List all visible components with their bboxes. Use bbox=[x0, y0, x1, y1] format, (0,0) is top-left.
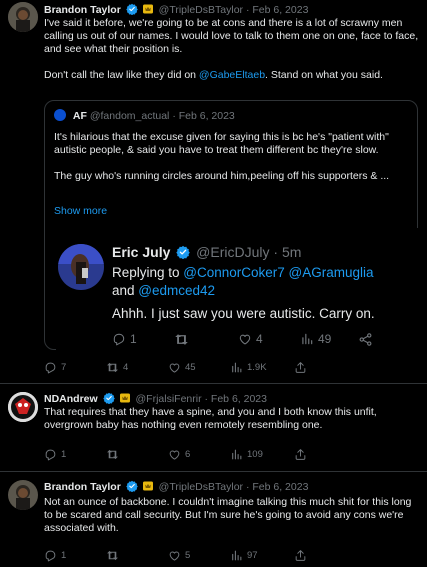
tweet-header: Brandon Taylor @TripleDsBTaylor · Feb 6,… bbox=[44, 3, 308, 17]
share-icon bbox=[294, 361, 307, 374]
embedded-header: Eric July @EricDJuly · 5m bbox=[112, 244, 301, 260]
embedded-share bbox=[358, 332, 373, 347]
views-button[interactable]: 109 bbox=[230, 448, 263, 461]
tweet-date[interactable]: · Feb 6, 2023 bbox=[246, 4, 308, 16]
display-name[interactable]: Brandon Taylor bbox=[44, 481, 121, 493]
retweet-icon bbox=[106, 549, 119, 562]
embedded-text: Ahhh. I just saw you were autistic. Carr… bbox=[112, 306, 375, 321]
quote-display-name[interactable]: AF bbox=[73, 110, 87, 122]
views-icon bbox=[230, 448, 243, 461]
tweet-text: That requires that they have a spine, an… bbox=[44, 406, 377, 431]
tweet-brandon-1[interactable]: Brandon Taylor @TripleDsBTaylor · Feb 6,… bbox=[0, 0, 427, 385]
tweet-actions: 1 5 97 bbox=[44, 549, 420, 563]
embedded-actions: 1 4 49 bbox=[112, 332, 412, 346]
share-button[interactable] bbox=[294, 361, 307, 374]
embedded-views: 49 bbox=[300, 332, 331, 346]
affiliation-badge-icon bbox=[119, 392, 131, 404]
like-icon bbox=[168, 361, 181, 374]
verified-badge-icon bbox=[126, 480, 138, 492]
tweet-actions: 7 4 45 1.9K bbox=[44, 361, 420, 375]
tweet-header: Brandon Taylor @TripleDsBTaylor · Feb 6,… bbox=[44, 480, 308, 494]
views-icon bbox=[300, 332, 314, 346]
mention-link[interactable]: @GabeEltaeb bbox=[199, 69, 265, 81]
views-icon bbox=[230, 549, 243, 562]
verified-badge-icon bbox=[103, 392, 115, 404]
reply-icon bbox=[44, 361, 57, 374]
quote-date: · Feb 6, 2023 bbox=[172, 110, 235, 122]
like-icon bbox=[168, 549, 181, 562]
user-handle[interactable]: @TripleDsBTaylor bbox=[159, 4, 243, 16]
reply-icon bbox=[112, 332, 126, 346]
affiliation-badge-icon bbox=[142, 3, 154, 15]
like-icon bbox=[238, 332, 252, 346]
like-button[interactable]: 45 bbox=[168, 361, 196, 374]
like-button[interactable]: 5 bbox=[168, 549, 190, 562]
views-icon bbox=[230, 361, 243, 374]
share-icon bbox=[294, 549, 307, 562]
avatar-brandon-taylor[interactable] bbox=[8, 480, 38, 510]
retweet-icon bbox=[106, 448, 119, 461]
embedded-display-name: Eric July bbox=[112, 244, 171, 260]
retweet-button[interactable]: 4 bbox=[106, 361, 128, 374]
verified-badge-icon bbox=[126, 3, 138, 15]
avatar-brandon-taylor[interactable] bbox=[8, 2, 38, 32]
user-handle[interactable]: @FrjalsiFenrir bbox=[136, 393, 202, 405]
user-handle[interactable]: @TripleDsBTaylor bbox=[159, 481, 243, 493]
retweet-button[interactable] bbox=[106, 549, 119, 562]
display-name[interactable]: NDAndrew bbox=[44, 393, 98, 405]
embedded-like: 4 bbox=[238, 332, 263, 346]
tweet-text: I've said it before, we're going to be a… bbox=[44, 17, 419, 81]
retweet-icon bbox=[106, 361, 119, 374]
connect-share-icon bbox=[358, 332, 373, 347]
embedded-time: · 5m bbox=[273, 244, 302, 260]
like-button[interactable]: 6 bbox=[168, 448, 190, 461]
avatar-ndandrew[interactable] bbox=[8, 392, 38, 422]
embedded-reply: 1 bbox=[112, 332, 137, 346]
reply-icon bbox=[44, 549, 57, 562]
tweet-brandon-2[interactable]: Brandon Taylor @TripleDsBTaylor · Feb 6,… bbox=[0, 472, 427, 567]
like-icon bbox=[168, 448, 181, 461]
quote-header: AF @fandom_actual · Feb 6, 2023 bbox=[54, 109, 235, 123]
verified-badge-icon bbox=[176, 245, 190, 259]
retweet-icon bbox=[174, 332, 189, 347]
tweet-ndandrew[interactable]: NDAndrew @FrjalsiFenrir · Feb 6, 2023 Th… bbox=[0, 384, 427, 472]
views-button[interactable]: 97 bbox=[230, 549, 258, 562]
reply-button[interactable]: 1 bbox=[44, 448, 66, 461]
reply-icon bbox=[44, 448, 57, 461]
display-name[interactable]: Brandon Taylor bbox=[44, 4, 121, 16]
quote-handle[interactable]: @fandom_actual bbox=[90, 110, 170, 122]
tweet-date[interactable]: · Feb 6, 2023 bbox=[246, 481, 308, 493]
views-button[interactable]: 1.9K bbox=[230, 361, 267, 374]
quote-text: It's hilarious that the excuse given for… bbox=[54, 131, 390, 182]
share-button[interactable] bbox=[294, 448, 307, 461]
tweet-date[interactable]: · Feb 6, 2023 bbox=[205, 393, 267, 405]
embedded-replying-to: Replying to @ConnorCoker7 @AGramuglia an… bbox=[112, 265, 374, 298]
retweet-button[interactable] bbox=[106, 448, 119, 461]
embedded-handle: @EricDJuly bbox=[196, 244, 270, 260]
share-icon bbox=[294, 448, 307, 461]
tweet-header: NDAndrew @FrjalsiFenrir · Feb 6, 2023 bbox=[44, 392, 267, 406]
embedded-screenshot: Eric July @EricDJuly · 5m Replying to @C… bbox=[56, 228, 418, 350]
quote-avatar bbox=[54, 109, 66, 121]
share-button[interactable] bbox=[294, 549, 307, 562]
show-more-link[interactable]: Show more bbox=[54, 205, 107, 218]
avatar-eric-july bbox=[58, 244, 104, 290]
tweet-actions: 1 6 109 bbox=[44, 448, 420, 462]
reply-button[interactable]: 7 bbox=[44, 361, 66, 374]
reply-button[interactable]: 1 bbox=[44, 549, 66, 562]
affiliation-badge-icon bbox=[142, 480, 154, 492]
embedded-retweet bbox=[174, 332, 189, 347]
tweet-text: Not an ounce of backbone. I couldn't ima… bbox=[44, 496, 412, 534]
